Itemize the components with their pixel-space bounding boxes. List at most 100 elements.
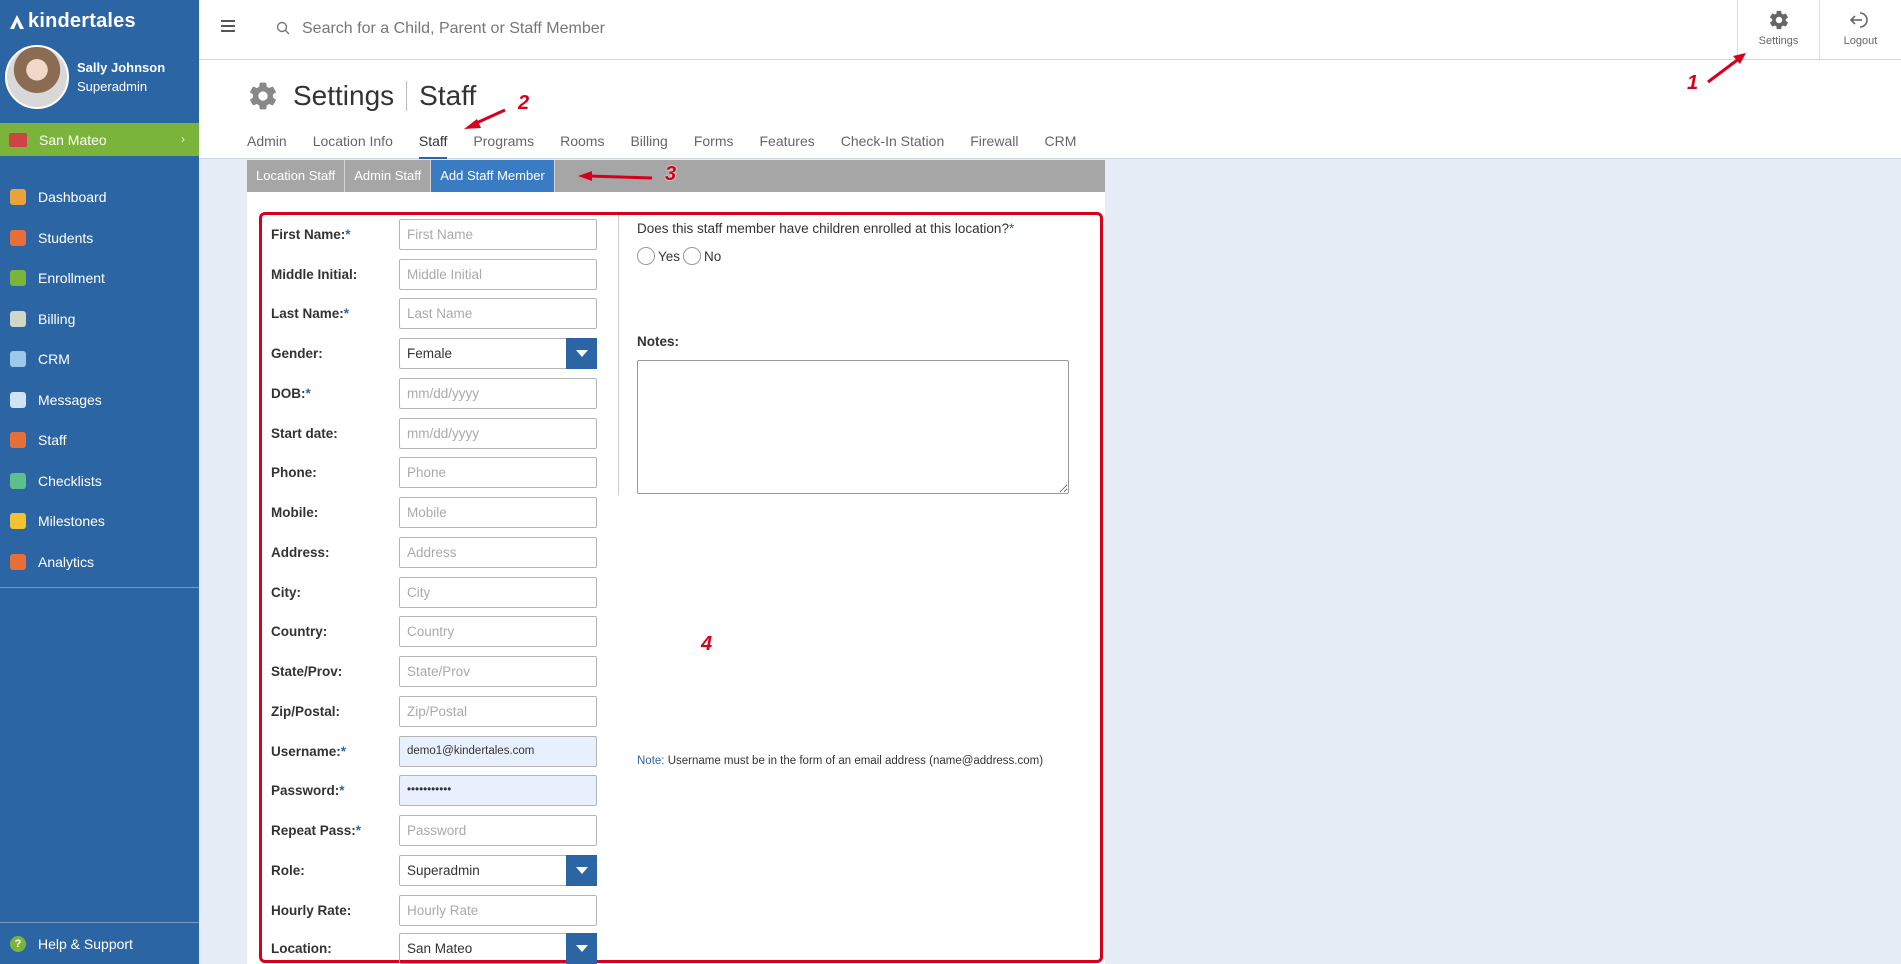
city-input[interactable] bbox=[399, 576, 597, 608]
sidebar-item-milestones[interactable]: Milestones bbox=[0, 501, 199, 542]
help-icon: ? bbox=[10, 935, 26, 952]
tab-location-info[interactable]: Location Info bbox=[313, 133, 393, 159]
nav-divider bbox=[0, 587, 199, 588]
zip-row: Zip/Postal: bbox=[271, 695, 597, 727]
search-input[interactable] bbox=[302, 16, 902, 42]
start-date-input[interactable] bbox=[399, 417, 597, 449]
role-label: Role: bbox=[271, 862, 305, 878]
last-name-label: Last Name: bbox=[271, 305, 344, 321]
page-header: Settings Staff bbox=[247, 80, 476, 112]
settings-gear-icon bbox=[250, 82, 276, 110]
location-select[interactable]: San Mateo bbox=[399, 932, 597, 964]
state-row: State/Prov: bbox=[271, 655, 597, 687]
gear-icon bbox=[1769, 10, 1788, 30]
last-name-row: Last Name:* bbox=[271, 297, 597, 329]
tab-staff[interactable]: Staff bbox=[418, 133, 447, 159]
settings-button[interactable]: Settings bbox=[1737, 0, 1819, 60]
city-row: City: bbox=[271, 576, 597, 608]
dob-input[interactable] bbox=[399, 377, 597, 409]
no-radio[interactable] bbox=[683, 247, 702, 265]
tab-billing[interactable]: Billing bbox=[630, 133, 667, 159]
yes-radio[interactable] bbox=[637, 247, 655, 265]
required-marker: * bbox=[343, 305, 350, 321]
milestones-icon bbox=[10, 513, 26, 530]
username-input[interactable] bbox=[399, 735, 597, 767]
chevron-down-icon bbox=[566, 854, 597, 886]
logout-label: Logout bbox=[1843, 35, 1878, 47]
zip-input[interactable] bbox=[399, 695, 597, 727]
tab-check-in-station[interactable]: Check-In Station bbox=[841, 133, 945, 159]
note-keyword: Note: bbox=[637, 755, 665, 767]
first-name-row: First Name:* bbox=[271, 218, 597, 250]
menu-toggle-icon[interactable] bbox=[221, 20, 235, 32]
sidebar-nav: Dashboard Students Enrollment Billing CRM Mes… bbox=[0, 177, 199, 582]
mobile-input[interactable] bbox=[399, 496, 597, 528]
hourly-rate-input[interactable] bbox=[399, 894, 597, 926]
tab-forms[interactable]: Forms bbox=[694, 133, 734, 159]
username-label: Username: bbox=[271, 743, 341, 759]
country-row: Country: bbox=[271, 615, 597, 647]
dob-label: DOB: bbox=[271, 385, 306, 401]
children-radio-group: Yes No bbox=[637, 247, 721, 265]
first-name-input[interactable] bbox=[399, 218, 597, 250]
password-input[interactable] bbox=[399, 774, 597, 806]
tab-firewall[interactable]: Firewall bbox=[970, 133, 1018, 159]
phone-label: Phone: bbox=[271, 464, 317, 480]
subtab-location-staff[interactable]: Location Staff bbox=[247, 160, 346, 192]
sidebar: kindertales Sally Johnson Superadmin San… bbox=[0, 0, 199, 964]
location-selector[interactable]: San Mateo › bbox=[0, 123, 199, 156]
subtab-add-staff-member[interactable]: Add Staff Member bbox=[431, 160, 555, 192]
sidebar-item-billing[interactable]: Billing bbox=[0, 299, 199, 340]
help-support-link[interactable]: ? Help & Support bbox=[0, 922, 199, 964]
children-question: Does this staff member have children enr… bbox=[637, 221, 1014, 236]
tab-rooms[interactable]: Rooms bbox=[560, 133, 604, 159]
notes-textarea[interactable] bbox=[637, 360, 1069, 494]
profile-name: Sally Johnson bbox=[77, 60, 166, 75]
repeat-pass-input[interactable] bbox=[399, 814, 597, 846]
role-select[interactable]: Superadmin bbox=[399, 854, 597, 886]
messages-icon bbox=[10, 391, 26, 408]
country-input[interactable] bbox=[399, 615, 597, 647]
gender-value: Female bbox=[407, 345, 453, 361]
last-name-input[interactable] bbox=[399, 297, 597, 329]
phone-input[interactable] bbox=[399, 456, 597, 488]
address-label: Address: bbox=[271, 544, 330, 560]
hourly-rate-label: Hourly Rate: bbox=[271, 902, 352, 918]
sidebar-item-label: Staff bbox=[38, 432, 67, 449]
chevron-down-icon bbox=[566, 337, 597, 369]
gender-select[interactable]: Female bbox=[399, 337, 597, 369]
annotation-2: 2 bbox=[518, 92, 530, 114]
sidebar-item-students[interactable]: Students bbox=[0, 218, 199, 259]
sidebar-item-checklists[interactable]: Checklists bbox=[0, 461, 199, 502]
required-marker: * bbox=[339, 782, 345, 798]
logout-button[interactable]: Logout bbox=[1819, 0, 1901, 60]
app-logo[interactable]: kindertales bbox=[9, 10, 136, 33]
repeat-pass-label: Repeat Pass: bbox=[271, 822, 356, 838]
address-input[interactable] bbox=[399, 536, 597, 568]
logout-icon bbox=[1849, 12, 1868, 28]
sidebar-item-label: CRM bbox=[38, 351, 70, 368]
tab-features[interactable]: Features bbox=[759, 133, 814, 159]
required-marker: * bbox=[1008, 221, 1015, 236]
page-title: Settings bbox=[293, 80, 395, 111]
tab-programs[interactable]: Programs bbox=[473, 133, 534, 159]
note-text: Username must be in the form of an email… bbox=[664, 755, 1044, 767]
tab-admin[interactable]: Admin bbox=[247, 133, 287, 159]
city-label: City: bbox=[271, 584, 301, 600]
sidebar-item-analytics[interactable]: Analytics bbox=[0, 542, 199, 583]
state-input[interactable] bbox=[399, 655, 597, 687]
tab-crm[interactable]: CRM bbox=[1044, 133, 1076, 159]
sidebar-item-crm[interactable]: CRM bbox=[0, 339, 199, 380]
sidebar-item-enrollment[interactable]: Enrollment bbox=[0, 258, 199, 299]
help-label: Help & Support bbox=[38, 935, 133, 952]
subtab-admin-staff[interactable]: Admin Staff bbox=[345, 160, 432, 192]
user-profile[interactable]: Sally Johnson Superadmin bbox=[0, 41, 199, 123]
sidebar-item-dashboard[interactable]: Dashboard bbox=[0, 177, 199, 218]
sidebar-item-messages[interactable]: Messages bbox=[0, 380, 199, 421]
middle-initial-input[interactable] bbox=[399, 258, 597, 290]
repeat-pass-row: Repeat Pass:* bbox=[271, 814, 597, 846]
gender-row: Gender: Female bbox=[271, 337, 597, 369]
sidebar-item-staff[interactable]: Staff bbox=[0, 420, 199, 461]
role-value: Superadmin bbox=[407, 862, 480, 878]
password-row: Password:* bbox=[271, 774, 597, 806]
